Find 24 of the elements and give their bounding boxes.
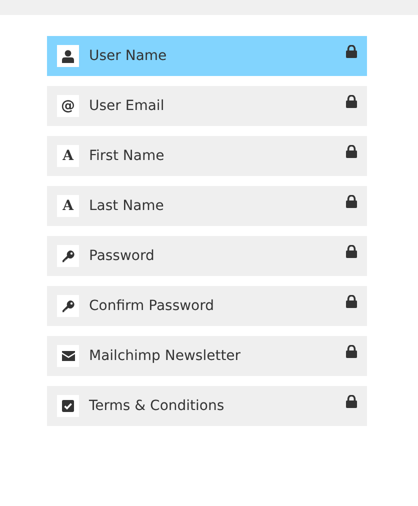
user-icon bbox=[62, 50, 74, 62]
envelope-icon bbox=[62, 351, 74, 361]
field-label: Terms & Conditions bbox=[89, 398, 226, 414]
field-type-icon: A bbox=[62, 199, 74, 213]
field-item[interactable]: A First Name bbox=[47, 136, 367, 176]
field-item[interactable]: Password bbox=[47, 236, 367, 276]
key-icon bbox=[62, 300, 74, 312]
field-label: Password bbox=[89, 248, 156, 264]
field-label: Last Name bbox=[89, 198, 165, 214]
field-item[interactable]: Terms & Conditions bbox=[47, 386, 367, 426]
field-item[interactable]: @ User Email bbox=[47, 86, 367, 126]
field-label: First Name bbox=[89, 148, 166, 164]
field-item[interactable]: A Last Name bbox=[47, 186, 367, 226]
field-item[interactable]: Mailchimp Newsletter bbox=[47, 336, 367, 376]
field-item[interactable]: Confirm Password bbox=[47, 286, 367, 326]
field-type-icon: A bbox=[62, 149, 74, 163]
field-item[interactable]: User Name bbox=[47, 36, 367, 76]
field-type-icon: @ bbox=[61, 99, 75, 113]
key-icon bbox=[62, 250, 74, 262]
field-label: User Email bbox=[89, 98, 166, 114]
field-label: Confirm Password bbox=[89, 298, 216, 314]
checkbox-icon bbox=[62, 400, 74, 412]
field-label: Mailchimp Newsletter bbox=[89, 348, 242, 364]
field-label: User Name bbox=[89, 48, 168, 64]
